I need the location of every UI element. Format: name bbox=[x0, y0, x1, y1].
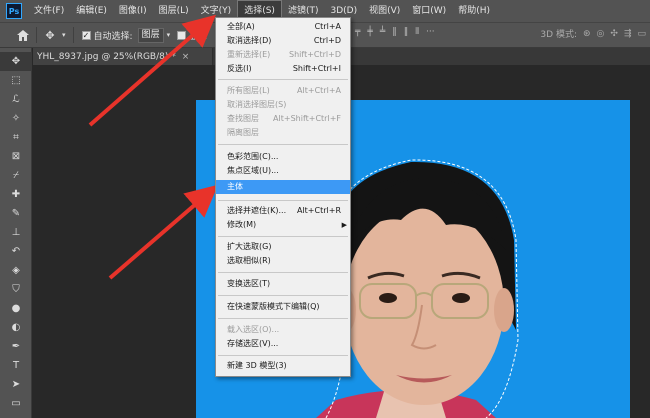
menu-item-label: 焦点区域(U)... bbox=[227, 166, 279, 175]
menu-item-label: 新建 3D 模型(3) bbox=[227, 361, 287, 370]
menu-item-inverse[interactable]: 反选(I) Shift+Ctrl+I bbox=[216, 62, 350, 76]
menu-item-label: 取消选择(D) bbox=[227, 36, 272, 45]
menu-item-shortcut: Ctrl+D bbox=[313, 36, 341, 45]
menu-item-shortcut: Shift+Ctrl+D bbox=[289, 50, 341, 59]
menu-item-shortcut: Alt+Ctrl+A bbox=[297, 86, 341, 95]
menu-separator bbox=[218, 200, 348, 201]
menu-separator bbox=[218, 272, 348, 273]
menu-item-label: 反选(I) bbox=[227, 64, 252, 73]
menu-item-transform-selection[interactable]: 变换选区(T) bbox=[216, 277, 350, 291]
menu-item-label: 色彩范围(C)... bbox=[227, 152, 279, 161]
menu-separator bbox=[218, 236, 348, 237]
menu-item-select-and-mask[interactable]: 选择并遮住(K)... Alt+Ctrl+R bbox=[216, 204, 350, 218]
menu-item-new-3d-model[interactable]: 新建 3D 模型(3) bbox=[216, 359, 350, 373]
menu-item-select-all[interactable]: 全部(A) Ctrl+A bbox=[216, 20, 350, 34]
menu-item-subject[interactable]: 主体 bbox=[216, 180, 350, 194]
menu-item-label: 选取相似(R) bbox=[227, 256, 271, 265]
menu-item-isolate-layers: 隔离图层 bbox=[216, 126, 350, 140]
menu-item-label: 取消选择图层(S) bbox=[227, 100, 287, 109]
menu-item-color-range[interactable]: 色彩范围(C)... bbox=[216, 150, 350, 164]
menu-item-shortcut: Ctrl+A bbox=[314, 22, 341, 31]
menu-item-label: 载入选区(O)... bbox=[227, 325, 280, 334]
select-menu-dropdown: 全部(A) Ctrl+A 取消选择(D) Ctrl+D 重新选择(E) Shift+C… bbox=[215, 17, 351, 377]
menu-item-label: 隔离图层 bbox=[227, 128, 259, 137]
menu-item-label: 查找图层 bbox=[227, 114, 259, 123]
menu-item-modify[interactable]: 修改(M) ▶ bbox=[216, 218, 350, 232]
menu-item-label: 全部(A) bbox=[227, 22, 255, 31]
menu-separator bbox=[218, 144, 348, 145]
menu-item-find-layers: 查找图层 Alt+Shift+Ctrl+F bbox=[216, 112, 350, 126]
menu-item-load-selection: 载入选区(O)... bbox=[216, 323, 350, 337]
menu-separator bbox=[218, 295, 348, 296]
menu-item-reselect: 重新选择(E) Shift+Ctrl+D bbox=[216, 48, 350, 62]
menu-item-label: 重新选择(E) bbox=[227, 50, 271, 59]
menu-item-deselect[interactable]: 取消选择(D) Ctrl+D bbox=[216, 34, 350, 48]
menu-item-save-selection[interactable]: 存储选区(V)... bbox=[216, 337, 350, 351]
menu-item-focus-area[interactable]: 焦点区域(U)... bbox=[216, 164, 350, 178]
menu-item-all-layers: 所有图层(L) Alt+Ctrl+A bbox=[216, 84, 350, 98]
submenu-arrow-icon: ▶ bbox=[341, 221, 347, 229]
menu-item-similar[interactable]: 选取相似(R) bbox=[216, 254, 350, 268]
menu-item-label: 存储选区(V)... bbox=[227, 339, 279, 348]
menu-item-label: 修改(M) bbox=[227, 220, 257, 229]
menu-separator bbox=[218, 318, 348, 319]
menu-item-deselect-layers: 取消选择图层(S) bbox=[216, 98, 350, 112]
menu-item-label: 主体 bbox=[227, 182, 243, 191]
menu-item-shortcut: Shift+Ctrl+I bbox=[292, 64, 341, 73]
menu-item-label: 所有图层(L) bbox=[227, 86, 270, 95]
arrow-to-subject-item bbox=[108, 184, 219, 280]
menu-separator bbox=[218, 79, 348, 80]
menu-item-shortcut: Alt+Ctrl+R bbox=[296, 206, 341, 215]
menu-item-grow[interactable]: 扩大选取(G) bbox=[216, 240, 350, 254]
menu-item-label: 变换选区(T) bbox=[227, 279, 271, 288]
menu-separator bbox=[218, 355, 348, 356]
menu-item-label: 在快速蒙版模式下编辑(Q) bbox=[227, 302, 320, 311]
menu-item-shortcut: Alt+Shift+Ctrl+F bbox=[273, 114, 341, 123]
menu-item-label: 选择并遮住(K)... bbox=[227, 206, 287, 215]
menu-item-label: 扩大选取(G) bbox=[227, 242, 272, 251]
arrow-to-select-menu bbox=[88, 14, 217, 127]
menu-item-quick-mask[interactable]: 在快速蒙版模式下编辑(Q) bbox=[216, 300, 350, 314]
